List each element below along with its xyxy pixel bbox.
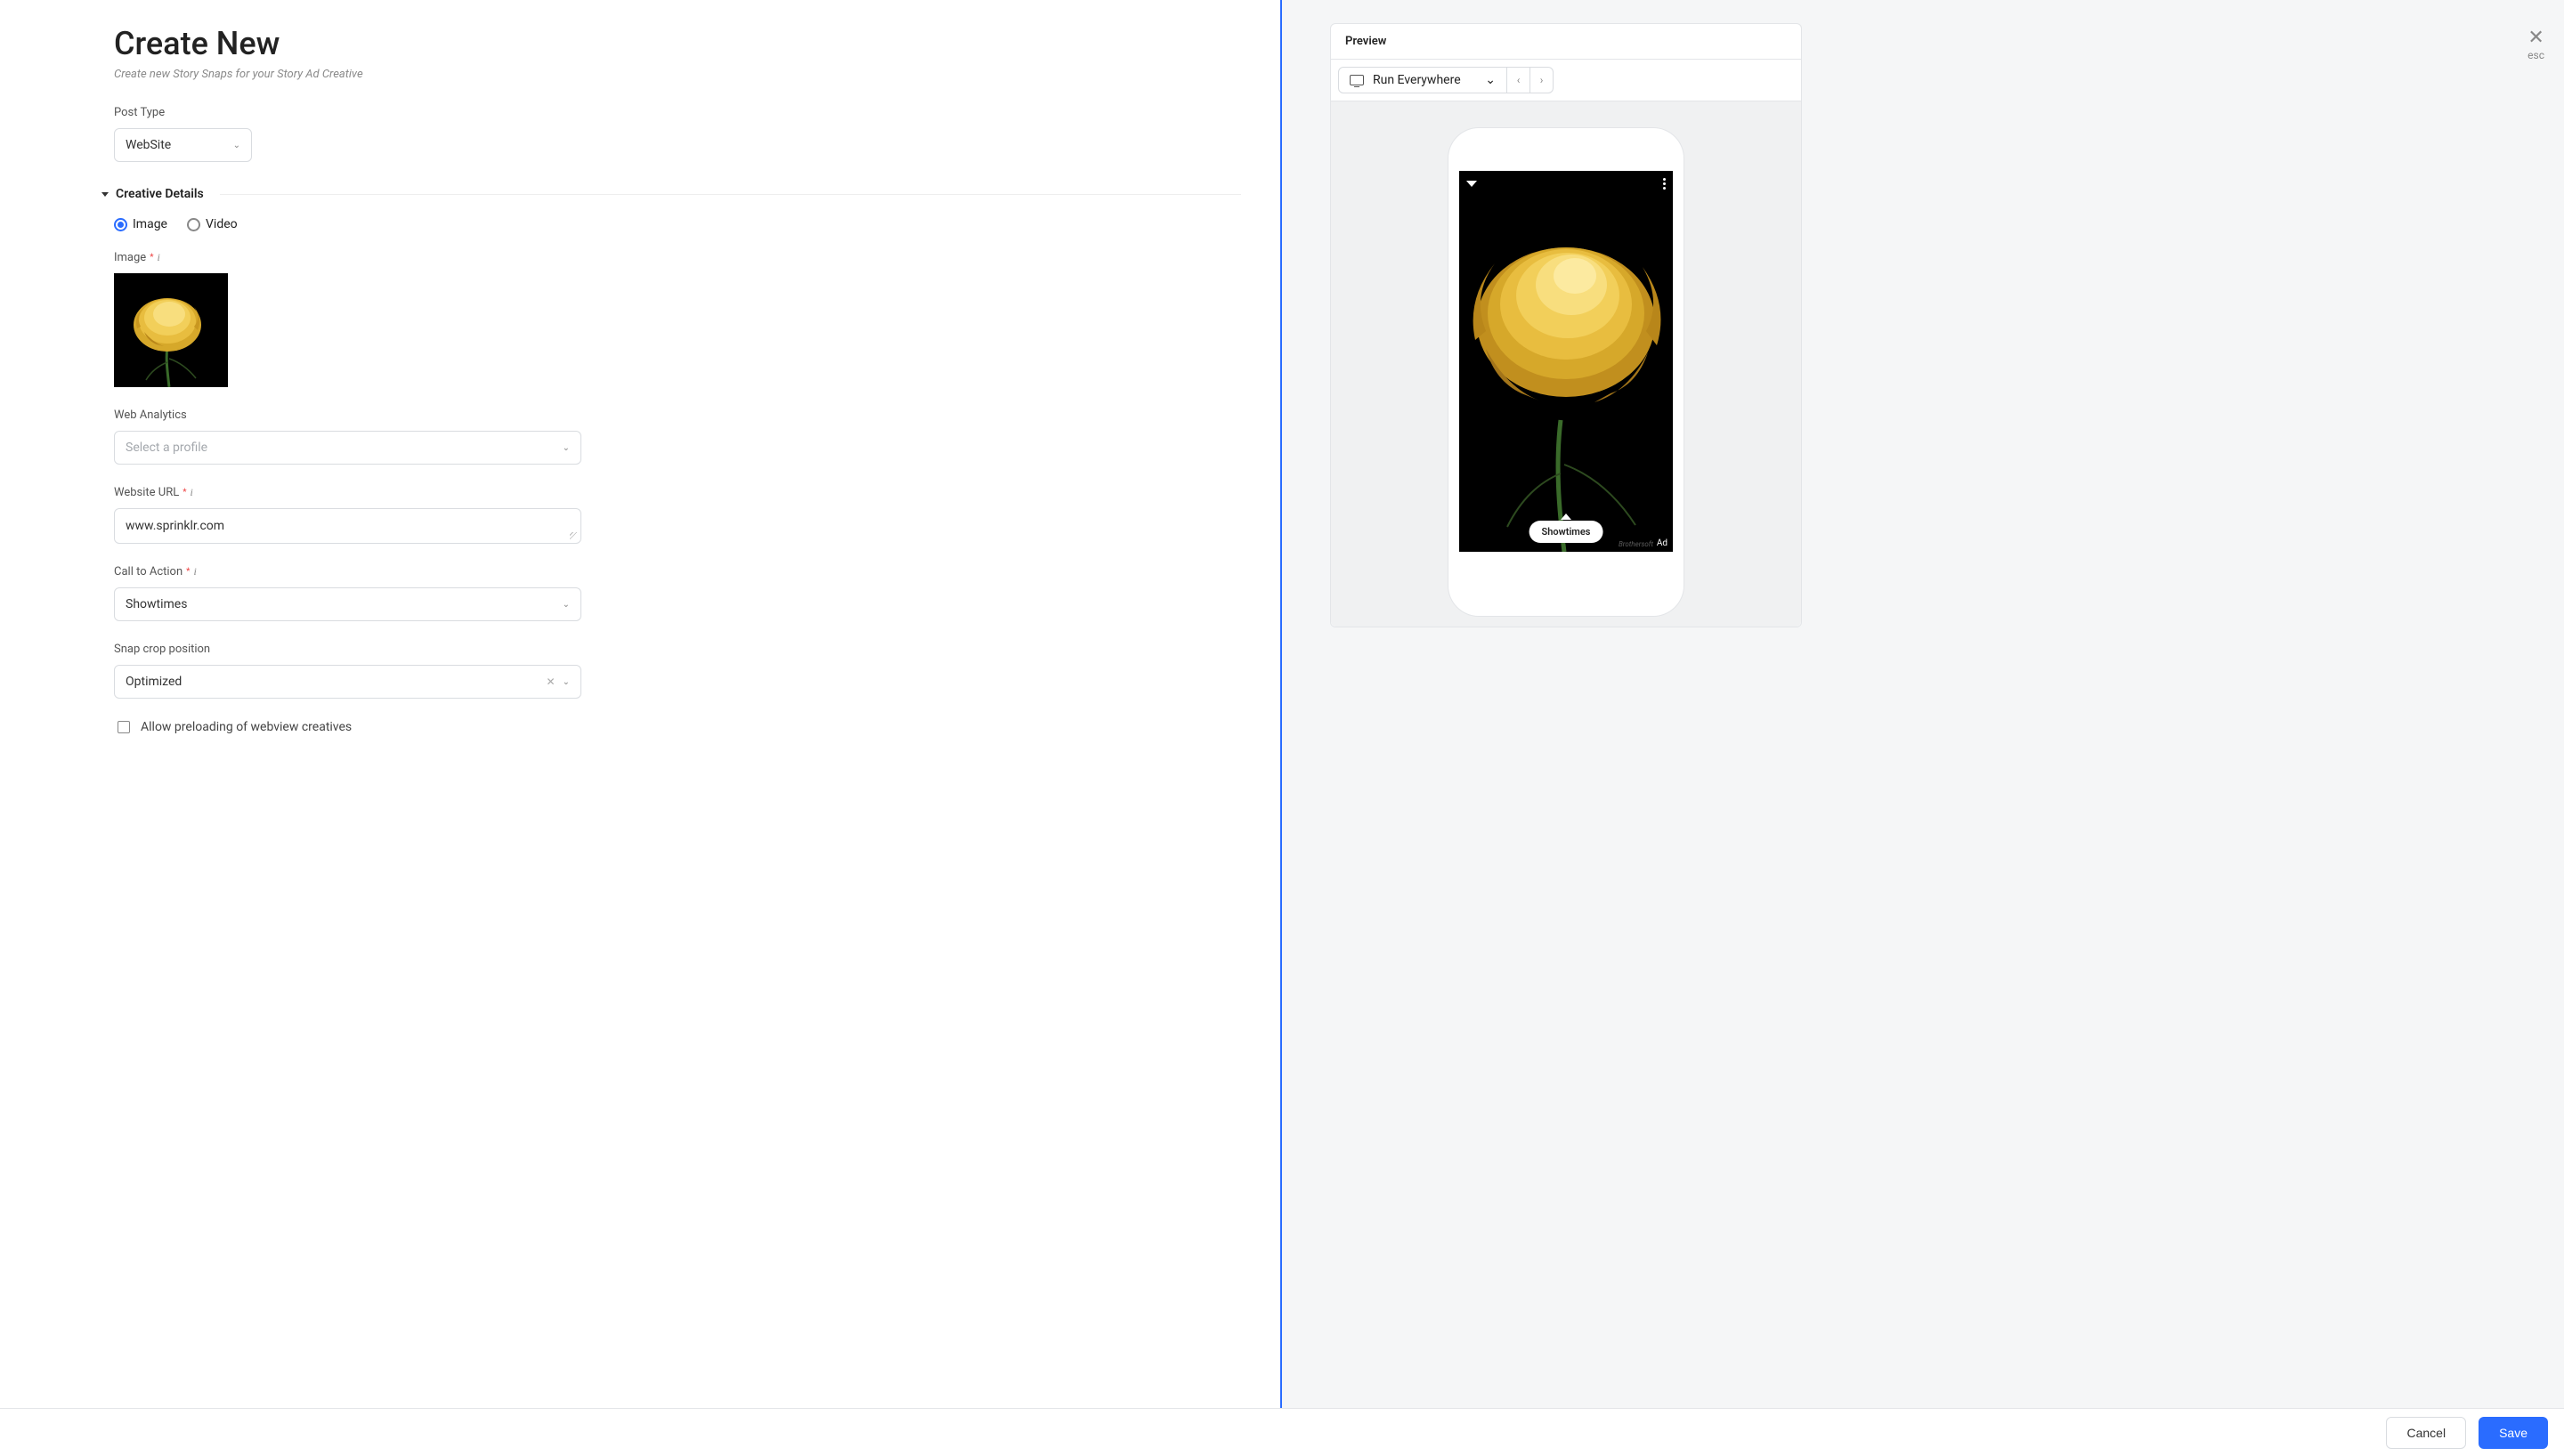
- image-thumbnail[interactable]: [114, 273, 228, 387]
- field-website-url: Website URL * i www.sprinklr.com: [114, 486, 1241, 544]
- info-icon[interactable]: i: [193, 565, 196, 578]
- radio-video-label: Video: [206, 217, 238, 231]
- chevron-down-icon: ⌄: [1485, 73, 1496, 87]
- media-type-radios: Image Video: [114, 217, 1241, 231]
- preview-toolbar: Run Everywhere ⌄ ‹ ›: [1331, 60, 1801, 101]
- required-asterisk: *: [183, 489, 186, 497]
- close-icon[interactable]: ✕: [547, 675, 556, 688]
- chevron-down-icon: ⌄: [563, 443, 570, 453]
- chevron-left-icon: ‹: [1517, 74, 1521, 86]
- cta-select[interactable]: Showtimes ⌄: [114, 587, 581, 621]
- caret-down-icon: [101, 192, 109, 197]
- chevron-down-icon: ⌄: [563, 600, 570, 610]
- web-analytics-select[interactable]: Select a profile ⌄: [114, 431, 581, 465]
- chevron-down-icon[interactable]: [1466, 181, 1477, 187]
- website-url-value: www.sprinklr.com: [126, 519, 224, 533]
- radio-image[interactable]: Image: [114, 217, 167, 231]
- preview-card: Preview Run Everywhere ⌄ ‹ ›: [1330, 23, 1802, 627]
- preload-checkbox-label: Allow preloading of webview creatives: [141, 720, 352, 734]
- snap-crop-label: Snap crop position: [114, 643, 1241, 656]
- radio-on-icon: [114, 218, 127, 231]
- preview-stage: Showtimes Brothersoft Ad: [1331, 101, 1801, 627]
- close-icon: ✕: [2527, 28, 2544, 48]
- section-title: Creative Details: [116, 187, 204, 201]
- radio-image-label: Image: [133, 217, 167, 231]
- preview-prev-button[interactable]: ‹: [1507, 67, 1530, 93]
- field-web-analytics: Web Analytics Select a profile ⌄: [114, 408, 1241, 465]
- website-url-input[interactable]: www.sprinklr.com: [114, 508, 581, 544]
- more-icon[interactable]: [1663, 176, 1666, 191]
- page-subtitle: Create new Story Snaps for your Story Ad…: [114, 68, 1241, 81]
- chevron-right-icon: ›: [1540, 74, 1544, 86]
- radio-off-icon: [187, 218, 200, 231]
- footer-bar: Cancel Save: [0, 1408, 2564, 1456]
- save-button[interactable]: Save: [2479, 1417, 2548, 1449]
- device-select[interactable]: Run Everywhere ⌄: [1338, 67, 1507, 93]
- field-image: Image * i: [114, 251, 1241, 387]
- field-cta: Call to Action * i Showtimes ⌄: [114, 565, 1241, 621]
- form-panel: Create New Create new Story Snaps for yo…: [0, 0, 1282, 1456]
- snap-crop-value: Optimized: [126, 675, 182, 689]
- required-asterisk: *: [186, 568, 190, 577]
- watermark-text: Brothersoft: [1619, 540, 1653, 548]
- preview-panel: ✕ esc Preview Run Everywhere ⌄ ‹ ›: [1282, 0, 2564, 1456]
- web-analytics-placeholder: Select a profile: [126, 441, 207, 455]
- field-snap-crop: Snap crop position Optimized ✕ ⌄: [114, 643, 1241, 699]
- section-creative-details[interactable]: Creative Details: [114, 187, 1241, 201]
- phone-frame: Showtimes Brothersoft Ad: [1448, 128, 1684, 616]
- web-analytics-label: Web Analytics: [114, 408, 1241, 422]
- post-type-select[interactable]: WebSite ⌄: [114, 128, 252, 162]
- website-url-label: Website URL * i: [114, 486, 1241, 499]
- monitor-icon: [1350, 75, 1364, 85]
- cta-value: Showtimes: [126, 597, 187, 611]
- chevron-down-icon: ⌄: [233, 141, 240, 150]
- device-select-value: Run Everywhere: [1373, 73, 1461, 87]
- close-label: esc: [2527, 49, 2544, 61]
- story-preview: Showtimes Brothersoft Ad: [1459, 171, 1673, 552]
- snap-crop-select[interactable]: Optimized ✕ ⌄: [114, 665, 581, 699]
- preload-checkbox-row[interactable]: Allow preloading of webview creatives: [114, 720, 1241, 734]
- ad-tag: Ad: [1657, 538, 1667, 548]
- chevron-down-icon: ⌄: [563, 677, 570, 687]
- cta-label: Call to Action * i: [114, 565, 1241, 578]
- field-post-type: Post Type WebSite ⌄: [114, 106, 1241, 162]
- post-type-label: Post Type: [114, 106, 1241, 119]
- preview-next-button[interactable]: ›: [1530, 67, 1554, 93]
- story-image: [1459, 171, 1673, 552]
- info-icon[interactable]: i: [158, 251, 160, 264]
- page-title: Create New: [114, 25, 1241, 62]
- story-topbar: [1466, 176, 1666, 191]
- section-rule: [220, 194, 1241, 195]
- radio-video[interactable]: Video: [187, 217, 238, 231]
- required-asterisk: *: [150, 254, 153, 263]
- cta-pill[interactable]: Showtimes: [1529, 521, 1603, 543]
- cancel-button[interactable]: Cancel: [2386, 1417, 2466, 1449]
- close-button[interactable]: ✕ esc: [2527, 28, 2544, 62]
- preview-header: Preview: [1331, 24, 1801, 60]
- chevron-up-icon: [1561, 514, 1571, 520]
- image-label: Image * i: [114, 251, 1241, 264]
- checkbox-icon[interactable]: [118, 721, 130, 733]
- post-type-value: WebSite: [126, 138, 171, 152]
- info-icon[interactable]: i: [191, 486, 193, 499]
